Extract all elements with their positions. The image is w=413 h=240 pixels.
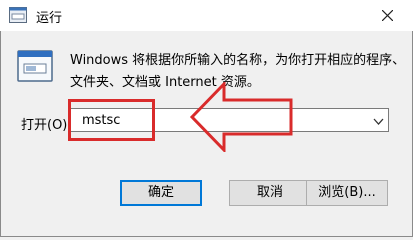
open-label: 打开(O): bbox=[21, 118, 72, 133]
close-icon bbox=[382, 10, 393, 21]
ok-button[interactable]: 确定 bbox=[120, 180, 202, 206]
cancel-button[interactable]: 取消 bbox=[229, 180, 311, 206]
annotation-arrow bbox=[189, 82, 293, 152]
run-icon bbox=[17, 50, 53, 82]
title-bar: 运行 bbox=[0, 0, 413, 31]
open-input[interactable]: mstsc bbox=[82, 113, 120, 128]
run-app-icon bbox=[9, 7, 27, 23]
description-line-1: Windows 将根据你所输入的名称，为你打开相应的程序、 bbox=[70, 53, 406, 68]
window-title: 运行 bbox=[36, 11, 63, 26]
browse-button[interactable]: 浏览(B)... bbox=[306, 180, 388, 206]
close-button[interactable] bbox=[373, 0, 403, 30]
chevron-down-icon bbox=[373, 118, 384, 125]
dropdown-button[interactable] bbox=[373, 115, 384, 130]
